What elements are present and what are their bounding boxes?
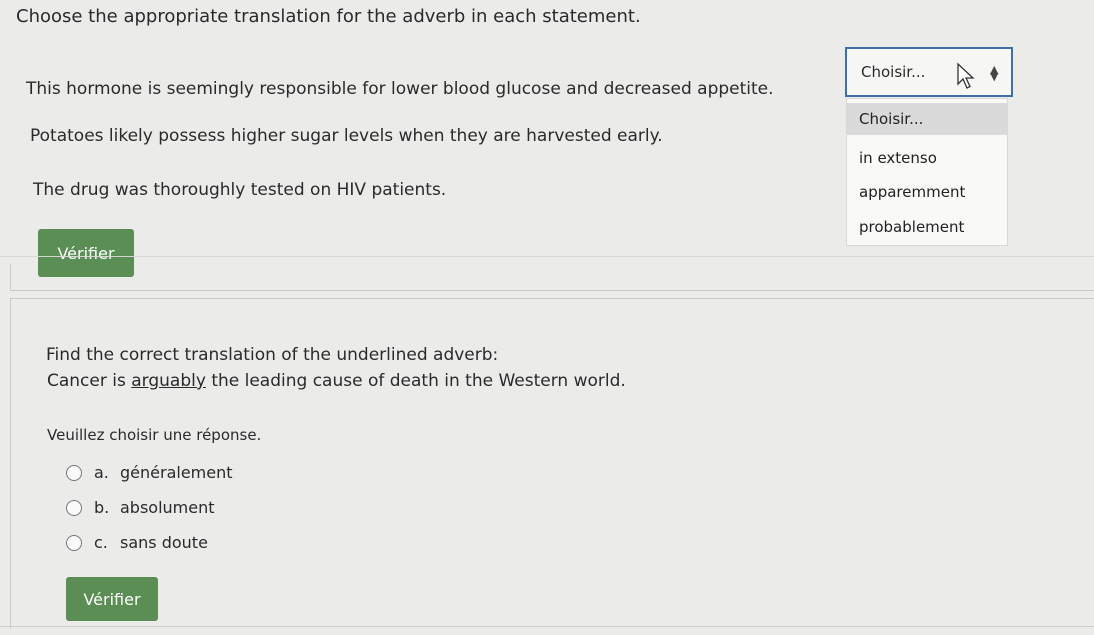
question1-instruction: Choose the appropriate translation for t… [16, 6, 641, 27]
answer-option-c[interactable]: c. sans doute [66, 533, 208, 552]
question2-frame-bottom [0, 626, 1094, 627]
divider [0, 256, 1094, 257]
question2-prompt: Find the correct translation of the unde… [46, 345, 499, 365]
radio-button[interactable] [66, 464, 82, 481]
select-updown-icon: ▲ ▼ [990, 63, 999, 83]
underlined-adverb: arguably [131, 371, 206, 391]
answer-option-a[interactable]: a. généralement [66, 463, 233, 482]
answer-option-b[interactable]: b. absolument [66, 498, 215, 517]
statement-1: This hormone is seemingly responsible fo… [26, 79, 774, 99]
radio-button[interactable] [66, 499, 82, 516]
dropdown-option-in-extenso[interactable]: in extenso [847, 142, 1007, 174]
mouse-cursor-icon [957, 62, 975, 89]
option-text: généralement [120, 463, 233, 482]
question2-sentence: Cancer is arguably the leading cause of … [47, 371, 626, 391]
dropdown-option-apparemment[interactable]: apparemment [847, 176, 1007, 208]
option-letter: c. [94, 533, 108, 552]
option-letter: a. [94, 463, 109, 482]
option-letter: b. [94, 498, 110, 517]
translation-select[interactable]: Choisir... [845, 47, 1013, 97]
select-dropdown-menu: Choisir... in extenso apparemment probab… [846, 98, 1008, 246]
dropdown-option-choisir[interactable]: Choisir... [847, 103, 1007, 135]
statement-2: Potatoes likely possess higher sugar lev… [30, 126, 663, 146]
dropdown-option-probablement[interactable]: probablement [847, 211, 1007, 243]
choose-answer-label: Veuillez choisir une réponse. [47, 426, 262, 444]
radio-button[interactable] [66, 534, 82, 551]
statement-3: The drug was thoroughly tested on HIV pa… [33, 180, 447, 200]
select-value: Choisir... [861, 63, 926, 81]
option-text: sans doute [120, 533, 208, 552]
sentence-part: the leading cause of death in the Wester… [205, 371, 626, 391]
verify-button-q2[interactable]: Vérifier [66, 577, 158, 621]
question1-frame-bottom [10, 264, 1094, 291]
option-text: absolument [120, 498, 215, 517]
sentence-part: Cancer is [47, 371, 132, 391]
